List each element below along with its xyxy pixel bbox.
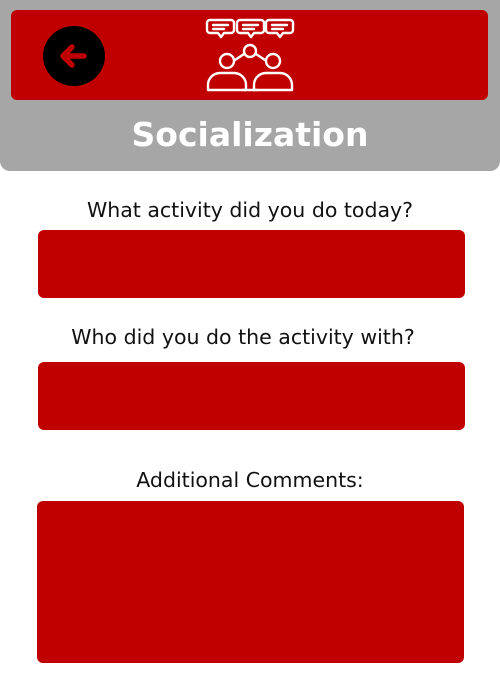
companion-input[interactable] xyxy=(38,362,465,430)
arrow-left-icon xyxy=(60,44,87,68)
comments-label: Additional Comments: xyxy=(136,468,364,492)
activity-label: What activity did you do today? xyxy=(86,198,414,222)
socialization-page: Socialization What activity did you do t… xyxy=(0,0,500,700)
header: Socialization xyxy=(0,0,500,171)
comments-textarea[interactable] xyxy=(37,501,464,663)
page-title: Socialization xyxy=(131,115,369,154)
back-button[interactable] xyxy=(43,26,105,86)
activity-input[interactable] xyxy=(38,230,465,298)
group-chat-icon xyxy=(205,18,295,92)
companion-label: Who did you do the activity with? xyxy=(71,325,415,349)
